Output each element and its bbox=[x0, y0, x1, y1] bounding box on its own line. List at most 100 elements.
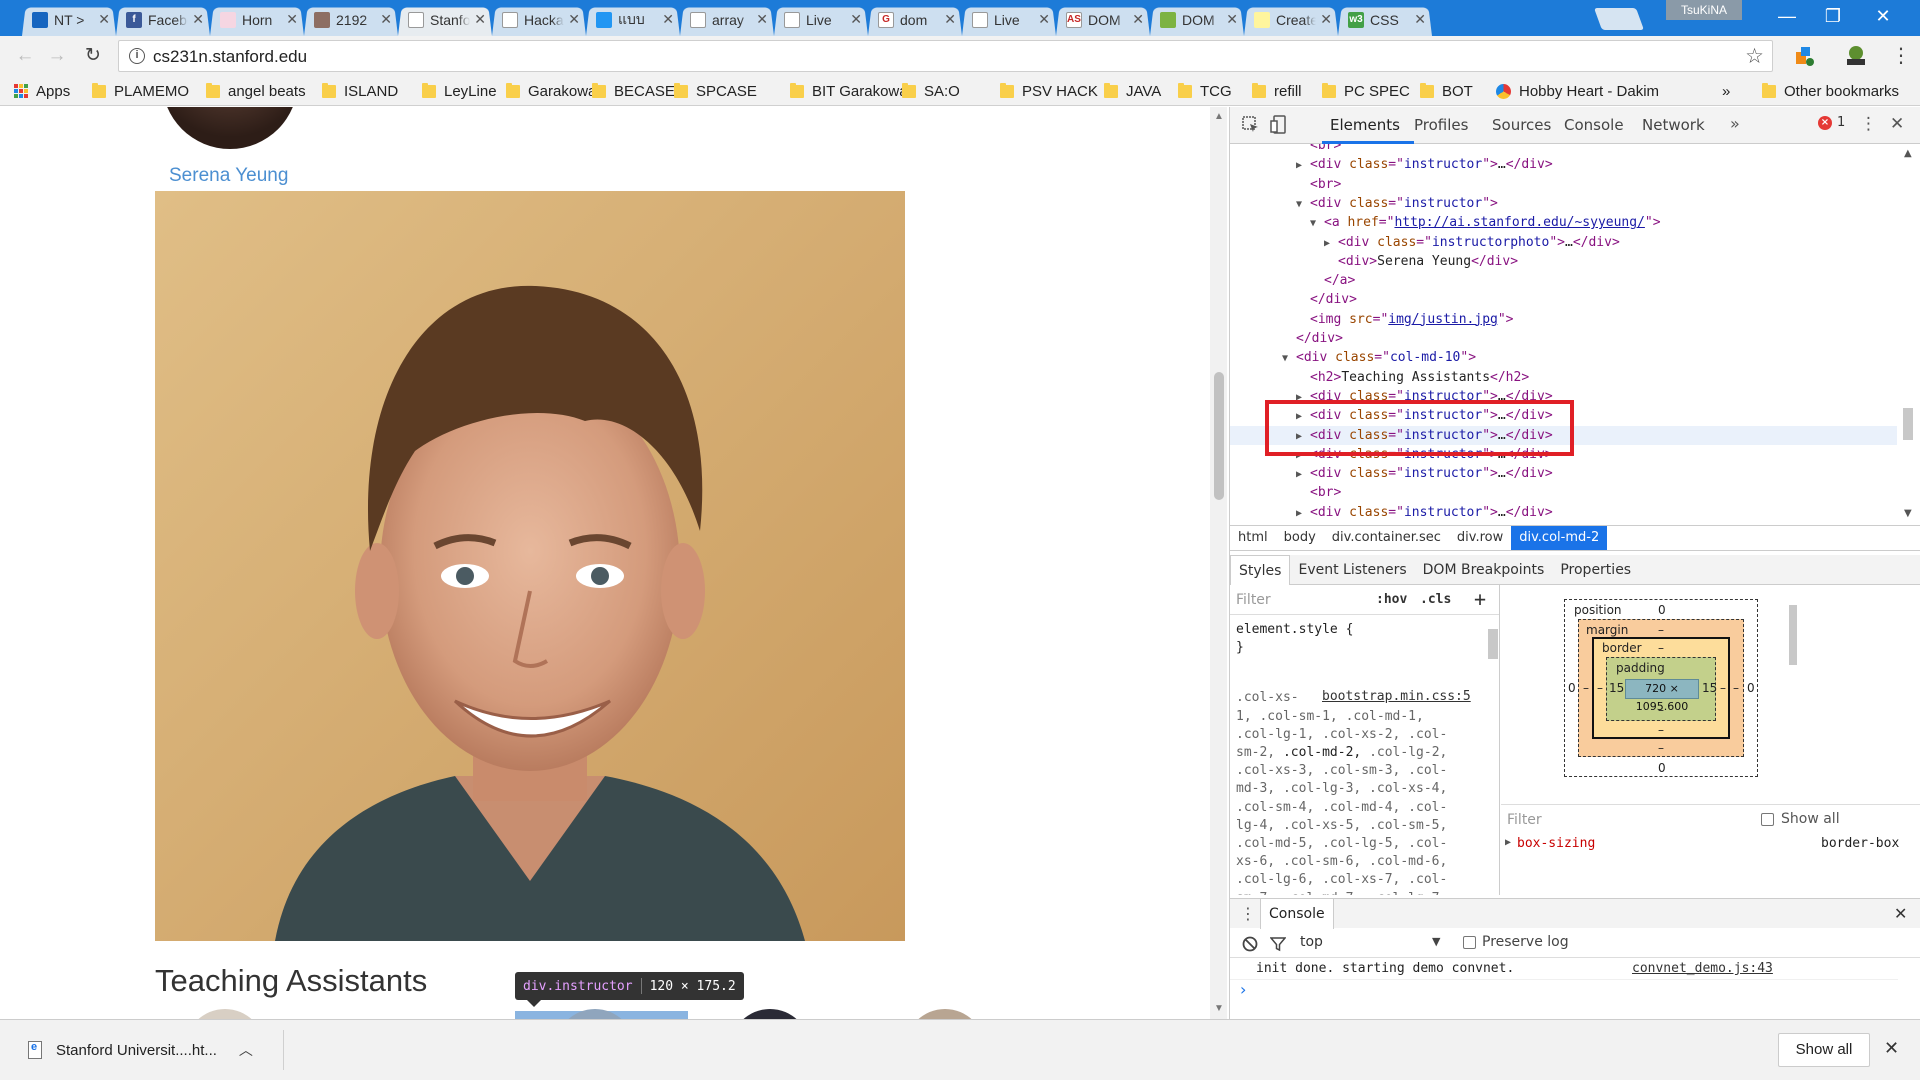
tab-close-icon[interactable]: ✕ bbox=[1132, 11, 1144, 28]
browser-tab[interactable]: Hackathon✕ bbox=[488, 3, 590, 36]
profile-button[interactable]: TsuKiNA bbox=[1666, 0, 1742, 20]
bookmark-item[interactable]: LeyLine bbox=[422, 82, 497, 100]
devtools-tab-profiles[interactable]: Profiles bbox=[1414, 116, 1468, 134]
margin-bottom-value[interactable]: – bbox=[1658, 741, 1664, 755]
tab-close-icon[interactable]: ✕ bbox=[286, 11, 298, 28]
dom-node-line[interactable]: <br> bbox=[1230, 483, 1898, 502]
box-model-scrollbar-thumb[interactable] bbox=[1789, 605, 1797, 665]
close-window-button[interactable]: ✕ bbox=[1860, 0, 1906, 34]
forward-button[interactable]: → bbox=[44, 44, 70, 68]
border-bottom-value[interactable]: – bbox=[1658, 723, 1664, 737]
tab-close-icon[interactable]: ✕ bbox=[98, 11, 110, 28]
inspect-element-icon[interactable] bbox=[1242, 116, 1260, 134]
bookmark-item[interactable]: BOT bbox=[1420, 82, 1473, 100]
dom-node-line[interactable]: ▼ <div class="instructor"> bbox=[1230, 194, 1898, 213]
browser-tab[interactable]: array ✕ bbox=[676, 3, 778, 36]
styles-subtab[interactable]: Styles bbox=[1230, 554, 1291, 585]
tab-close-icon[interactable]: ✕ bbox=[1038, 11, 1050, 28]
back-button[interactable]: ← bbox=[12, 44, 38, 68]
position-bottom-value[interactable]: 0 bbox=[1658, 761, 1666, 775]
tab-close-icon[interactable]: ✕ bbox=[756, 11, 768, 28]
margin-left-value[interactable]: – bbox=[1583, 681, 1589, 695]
styles-filter-input[interactable]: Filter bbox=[1236, 592, 1271, 608]
collapse-arrow-icon[interactable]: ▼ bbox=[1310, 214, 1324, 233]
position-left-value[interactable]: 0 bbox=[1568, 681, 1576, 695]
dom-node-line[interactable]: </div> bbox=[1230, 290, 1898, 309]
bookmark-item[interactable]: JAVA bbox=[1104, 82, 1161, 100]
border-top-value[interactable]: – bbox=[1658, 641, 1664, 655]
padding-left-value[interactable]: 15 bbox=[1609, 681, 1624, 695]
new-tab-button[interactable] bbox=[1593, 8, 1645, 30]
url-text[interactable]: cs231n.stanford.edu bbox=[153, 47, 307, 67]
browser-menu-icon[interactable]: ⋮ bbox=[1888, 44, 1914, 68]
error-counter[interactable]: × 1 bbox=[1818, 115, 1845, 130]
style-rule-line[interactable]: sm-2, .col-md-2, .col-lg-2, bbox=[1236, 744, 1488, 762]
device-toolbar-icon[interactable] bbox=[1270, 115, 1288, 135]
chevron-down-icon[interactable]: ▼ bbox=[1432, 935, 1440, 948]
style-rule-line[interactable]: element.style { bbox=[1236, 621, 1488, 639]
browser-tab[interactable]: Live ✕ bbox=[770, 3, 872, 36]
computed-property-row[interactable]: ▶ box-sizing border-box bbox=[1501, 834, 1905, 856]
browser-tab[interactable]: แบบ ✕ bbox=[582, 3, 684, 36]
browser-tab[interactable]: 2192 ✕ bbox=[300, 3, 402, 36]
html-validator-icon[interactable] bbox=[1844, 44, 1868, 68]
instructor-avatar[interactable] bbox=[162, 107, 298, 149]
dom-node-line[interactable]: ▼ <div class="col-md-10"> bbox=[1230, 348, 1898, 367]
expand-arrow-icon[interactable]: ▶ bbox=[1296, 504, 1310, 523]
style-rule-line[interactable]: .col-md-5, .col-lg-5, .col- bbox=[1236, 835, 1488, 853]
expand-arrow-icon[interactable]: ▶ bbox=[1324, 234, 1338, 253]
browser-tab[interactable]: NT > ✕ bbox=[18, 3, 120, 36]
breadcrumb-item[interactable]: body bbox=[1276, 526, 1324, 550]
dom-node-line[interactable]: <img src="img/justin.jpg"> bbox=[1230, 310, 1898, 329]
bookmark-item[interactable]: Hobby Heart - Dakim bbox=[1496, 82, 1659, 100]
breadcrumb-item[interactable]: html bbox=[1230, 526, 1276, 550]
download-bar-close-icon[interactable]: ✕ bbox=[1884, 1038, 1899, 1059]
collapse-arrow-icon[interactable]: ▼ bbox=[1282, 349, 1296, 368]
margin-right-value[interactable]: – bbox=[1733, 681, 1739, 695]
extension-icon[interactable] bbox=[1792, 44, 1816, 68]
dom-node-line[interactable]: ▶<div class="instructor">…</div> bbox=[1230, 464, 1898, 483]
dom-node-line[interactable]: ▶<div class="instructor">…</div> bbox=[1230, 155, 1898, 174]
reload-button[interactable]: ↻ bbox=[80, 44, 106, 68]
bookmark-star-icon[interactable]: ☆ bbox=[1745, 44, 1764, 69]
bookmark-item[interactable]: PSV HACK bbox=[1000, 82, 1098, 100]
devtools-tab-sources[interactable]: Sources bbox=[1492, 116, 1551, 134]
ta-avatar[interactable] bbox=[905, 1009, 985, 1019]
bookmark-item[interactable]: ISLAND bbox=[322, 82, 398, 100]
filter-icon[interactable] bbox=[1270, 936, 1286, 952]
class-toggle[interactable]: .cls bbox=[1420, 592, 1451, 607]
bookmark-item[interactable]: BECASE bbox=[592, 82, 675, 100]
minimize-button[interactable]: — bbox=[1764, 0, 1810, 34]
hover-state-toggle[interactable]: :hov bbox=[1376, 592, 1407, 607]
ta-avatar[interactable] bbox=[730, 1009, 810, 1019]
browser-tab[interactable]: DOM ✕ bbox=[1146, 3, 1248, 36]
devtools-close-icon[interactable]: ✕ bbox=[1890, 114, 1904, 134]
position-right-value[interactable]: 0 bbox=[1747, 681, 1755, 695]
drawer-menu-icon[interactable]: ⋮ bbox=[1240, 904, 1256, 923]
browser-tab[interactable]: w3 CSS ✕ bbox=[1334, 3, 1436, 36]
dom-node-line[interactable]: <br> bbox=[1230, 175, 1898, 194]
dom-node-line[interactable]: <h2>Teaching Assistants</h2> bbox=[1230, 368, 1898, 387]
dom-node-line[interactable]: <br> bbox=[1230, 144, 1898, 155]
console-drawer-tab[interactable]: Console bbox=[1260, 899, 1334, 929]
bookmark-item[interactable]: SPCASE bbox=[674, 82, 757, 100]
dom-node-line[interactable]: </a> bbox=[1230, 271, 1898, 290]
download-item[interactable]: Stanford Universit....ht... ︿ bbox=[14, 1030, 284, 1070]
style-rule-line[interactable]: md-3, .col-lg-3, .col-xs-4, bbox=[1236, 780, 1488, 798]
more-tabs-icon[interactable]: » bbox=[1730, 114, 1740, 133]
style-rule-line[interactable]: .col-lg-1, .col-xs-2, .col- bbox=[1236, 726, 1488, 744]
bookmark-item[interactable]: refill bbox=[1252, 82, 1302, 100]
styles-subtab[interactable]: Properties bbox=[1552, 555, 1639, 585]
border-left-value[interactable]: – bbox=[1597, 681, 1603, 695]
style-rule-line[interactable]: } bbox=[1236, 639, 1488, 657]
drawer-close-icon[interactable]: ✕ bbox=[1894, 904, 1907, 923]
ta-avatar[interactable] bbox=[185, 1009, 265, 1019]
styles-subtab[interactable]: Event Listeners bbox=[1290, 555, 1414, 585]
collapse-arrow-icon[interactable]: ▼ bbox=[1296, 195, 1310, 214]
expand-arrow-icon[interactable]: ▶ bbox=[1296, 156, 1310, 175]
bookmark-item[interactable]: PLAMEMO bbox=[92, 82, 189, 100]
other-bookmarks[interactable]: Other bookmarks bbox=[1762, 82, 1899, 100]
scroll-down-arrow-icon[interactable]: ▼ bbox=[1214, 1003, 1224, 1014]
console-context-select[interactable]: top bbox=[1300, 934, 1323, 950]
tab-close-icon[interactable]: ✕ bbox=[1414, 11, 1426, 28]
